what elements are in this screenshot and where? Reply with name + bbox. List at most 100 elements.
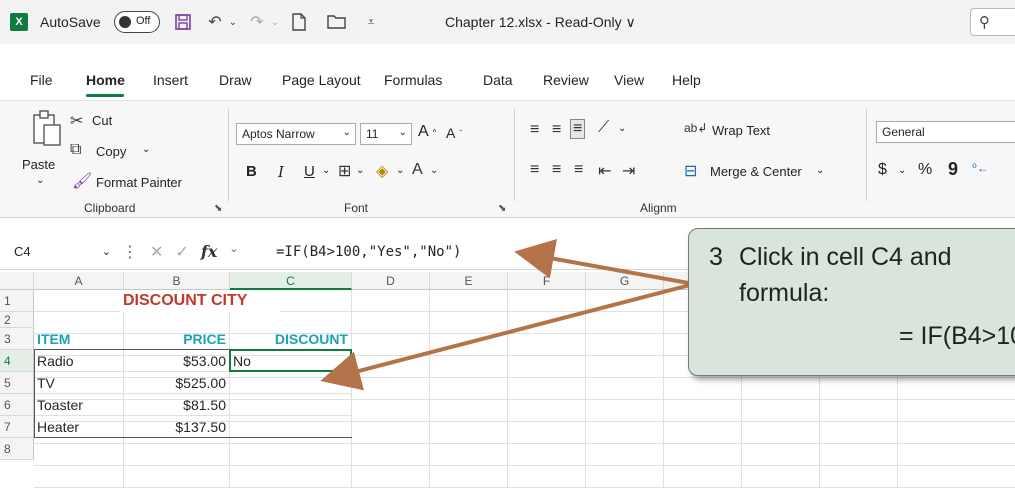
align-bottom-icon[interactable]: ≡ [570,119,586,139]
row-header-7[interactable]: 7 [0,416,34,438]
header-discount-cell[interactable]: DISCOUNT [230,328,352,350]
chevron-down-icon[interactable]: ⌄ [229,242,238,262]
price-cell[interactable]: $525.00 [124,372,230,394]
currency-icon[interactable]: $ [878,161,887,179]
header-price-cell[interactable]: PRICE [124,328,230,350]
item-cell[interactable]: Radio [34,350,124,372]
discount-cell[interactable] [230,416,352,438]
increase-indent-icon[interactable]: ⇥ [622,161,635,181]
formula-input[interactable]: =IF(B4>100,"Yes","No") [272,241,522,265]
tab-home[interactable]: Home [86,72,125,88]
increase-decimal-icon[interactable]: ⁰← [972,161,989,175]
open-folder-icon[interactable] [326,11,348,33]
percent-icon[interactable]: % [918,161,932,179]
tab-help[interactable]: Help [672,72,701,88]
price-cell[interactable]: $137.50 [124,416,230,438]
font-family-select[interactable]: Aptos Narrow ⌄ [236,123,356,145]
document-title[interactable]: Chapter 12.xlsx - Read-Only ∨ [445,14,636,31]
align-middle-icon[interactable]: ≡ [552,121,561,139]
column-header-f[interactable]: F [508,272,586,290]
italic-icon[interactable]: I [278,163,284,181]
tab-file[interactable]: File [30,72,53,88]
tab-formulas[interactable]: Formulas [384,72,442,88]
fill-handle[interactable] [348,368,354,374]
item-cell[interactable]: Toaster [34,394,124,416]
wrap-text-button[interactable]: Wrap Text [712,123,770,138]
column-header-c[interactable]: C [230,272,352,290]
borders-icon[interactable]: ⊞ [338,161,351,181]
tab-review[interactable]: Review [543,72,589,88]
price-cell[interactable]: $53.00 [124,350,230,372]
search-input[interactable]: ⚲ [970,8,1015,36]
new-file-icon[interactable] [288,11,310,33]
column-header-a[interactable]: A [34,272,124,290]
enter-icon[interactable]: ✓ [175,242,188,262]
sheet-title-cell[interactable]: DISCOUNT CITY [120,290,280,312]
chevron-down-icon[interactable]: ⌄ [430,165,438,176]
clipboard-launcher-icon[interactable]: ⬊ [214,203,222,214]
comma-style-icon[interactable]: 9 [948,159,958,180]
chevron-down-icon[interactable]: ⌄ [898,165,906,176]
number-format-select[interactable]: General [876,121,1015,143]
active-cell-selection[interactable] [229,349,354,374]
item-cell[interactable]: TV [34,372,124,394]
paste-button[interactable]: Paste [22,157,55,172]
tab-draw[interactable]: Draw [219,72,252,88]
fill-color-icon[interactable]: ◈ [376,161,388,181]
row-header-8[interactable]: 8 [0,438,34,460]
row-header-4[interactable]: 4 [0,350,34,372]
autosave-toggle[interactable]: Off [114,11,160,33]
underline-icon[interactable]: U [304,163,315,180]
tab-data[interactable]: Data [483,72,513,88]
column-header-d[interactable]: D [352,272,430,290]
align-left-icon[interactable]: ≡ [530,161,539,179]
save-icon[interactable] [172,11,194,33]
chevron-down-icon[interactable]: ⌄ [396,165,404,176]
discount-cell[interactable] [230,394,352,416]
row-header-2[interactable]: 2 [0,312,34,328]
cancel-icon[interactable]: ✕ [150,242,163,262]
bold-icon[interactable]: B [246,163,257,180]
chevron-down-icon[interactable]: ⌄ [322,165,330,176]
tab-view[interactable]: View [614,72,644,88]
redo-dropdown-icon[interactable]: ⌄ [264,11,286,33]
decrease-indent-icon[interactable]: ⇤ [598,161,611,181]
row-header-1[interactable]: 1 [0,290,34,312]
chevron-down-icon[interactable]: ⌄ [618,123,626,134]
tab-page-layout[interactable]: Page Layout [282,72,361,88]
align-center-icon[interactable]: ≡ [552,161,561,179]
font-size-select[interactable]: 11 ⌄ [360,123,412,145]
copy-icon[interactable]: ⧉ [70,141,81,159]
header-item-cell[interactable]: ITEM [34,328,124,350]
increase-font-icon[interactable]: A ^ [418,123,436,141]
wrap-text-icon[interactable]: ab↲ [684,121,707,135]
tab-insert[interactable]: Insert [153,72,188,88]
merge-center-icon[interactable]: ⊟ [684,161,697,181]
align-right-icon[interactable]: ≡ [574,161,583,179]
undo-dropdown-icon[interactable]: ⌄ [222,11,244,33]
item-cell[interactable]: Heater [34,416,124,438]
column-header-e[interactable]: E [430,272,508,290]
copy-button[interactable]: Copy [96,144,126,159]
paste-dropdown-icon[interactable]: ⌄ [36,175,44,186]
align-top-icon[interactable]: ≡ [530,121,539,139]
insert-function-icon[interactable]: fx [201,242,217,262]
customize-toolbar-icon[interactable]: ⩡ [360,11,382,33]
decrease-font-icon[interactable]: Aˇ [446,125,462,141]
orientation-icon[interactable]: ⟋ [598,119,609,137]
merge-center-button[interactable]: Merge & Center [710,164,802,179]
select-all-corner[interactable] [0,272,34,290]
row-header-6[interactable]: 6 [0,394,34,416]
format-painter-button[interactable]: Format Painter [96,175,182,190]
paste-icon[interactable] [30,109,64,149]
copy-dropdown-icon[interactable]: ⌄ [142,144,150,155]
chevron-down-icon[interactable]: ⌄ [356,165,364,176]
chevron-down-icon[interactable]: ⌄ [816,165,824,176]
font-launcher-icon[interactable]: ⬊ [498,203,506,214]
price-cell[interactable]: $81.50 [124,394,230,416]
column-header-g[interactable]: G [586,272,664,290]
name-box[interactable]: C4 ⌄ [10,241,115,265]
format-painter-icon[interactable]: 🖌 [72,171,92,191]
row-header-5[interactable]: 5 [0,372,34,394]
cut-icon[interactable]: ✂ [70,111,83,131]
